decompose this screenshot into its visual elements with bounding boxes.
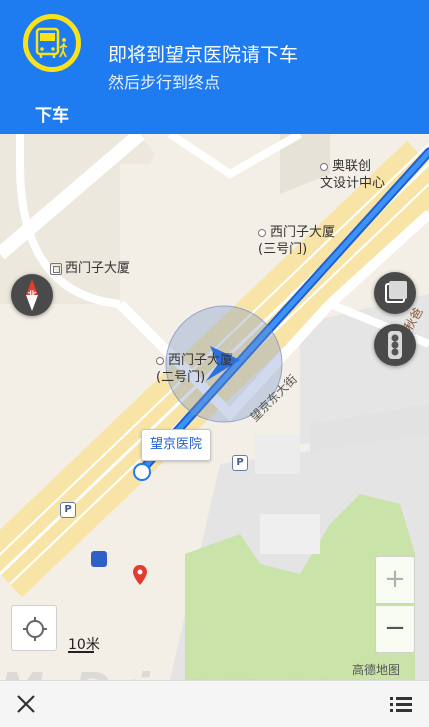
traffic-light-icon bbox=[388, 331, 402, 359]
parking-icon: P bbox=[232, 455, 248, 471]
poi-dot-icon bbox=[258, 228, 266, 237]
poi-ximenzi-2[interactable]: 西门子大厦 (二号门) bbox=[156, 352, 233, 386]
close-icon[interactable] bbox=[12, 690, 40, 718]
compass-button[interactable]: 北 bbox=[11, 274, 53, 316]
scale-bar bbox=[68, 651, 94, 653]
traffic-button[interactable] bbox=[374, 324, 416, 366]
instruction-main: 即将到望京医院请下车 bbox=[108, 44, 299, 66]
instruction-sub: 然后步行到终点 bbox=[108, 73, 221, 92]
parking-icon: P bbox=[60, 502, 76, 518]
compass-north-label: 北 bbox=[27, 291, 37, 301]
zoom-in-button[interactable]: + bbox=[375, 556, 415, 604]
bus-stop-icon bbox=[91, 551, 107, 567]
poi-dot-icon bbox=[320, 162, 328, 171]
zoom-out-button[interactable]: − bbox=[375, 605, 415, 653]
navigation-header: 下车 即将到望京医院请下车 然后步行到终点 bbox=[0, 0, 429, 134]
building-icon bbox=[50, 262, 62, 275]
map-view[interactable]: 奥联创 文设计中心 西门子大厦 (三号门) 西门子大厦 西门子大厦 (二号门) … bbox=[0, 134, 429, 680]
locate-icon bbox=[23, 617, 47, 641]
destination-callout[interactable]: 望京医院 bbox=[141, 429, 212, 461]
destination-pin-icon bbox=[133, 565, 147, 585]
map-base bbox=[0, 134, 429, 680]
bus-alight-icon bbox=[23, 14, 81, 72]
poi-dot-icon bbox=[156, 356, 164, 365]
locate-me-button[interactable] bbox=[11, 605, 57, 651]
poi-ximenzi-3[interactable]: 西门子大厦 (三号门) bbox=[258, 224, 335, 258]
bottom-bar bbox=[0, 680, 429, 727]
layers-icon bbox=[385, 281, 407, 303]
poi-aolian[interactable]: 奥联创 文设计中心 bbox=[320, 158, 385, 192]
walk-start-icon bbox=[133, 463, 151, 481]
menu-list-icon[interactable] bbox=[388, 693, 414, 717]
step-label: 下车 bbox=[35, 106, 69, 126]
poi-ximenzi-building[interactable]: 西门子大厦 bbox=[50, 260, 130, 277]
layers-button[interactable] bbox=[374, 272, 416, 314]
